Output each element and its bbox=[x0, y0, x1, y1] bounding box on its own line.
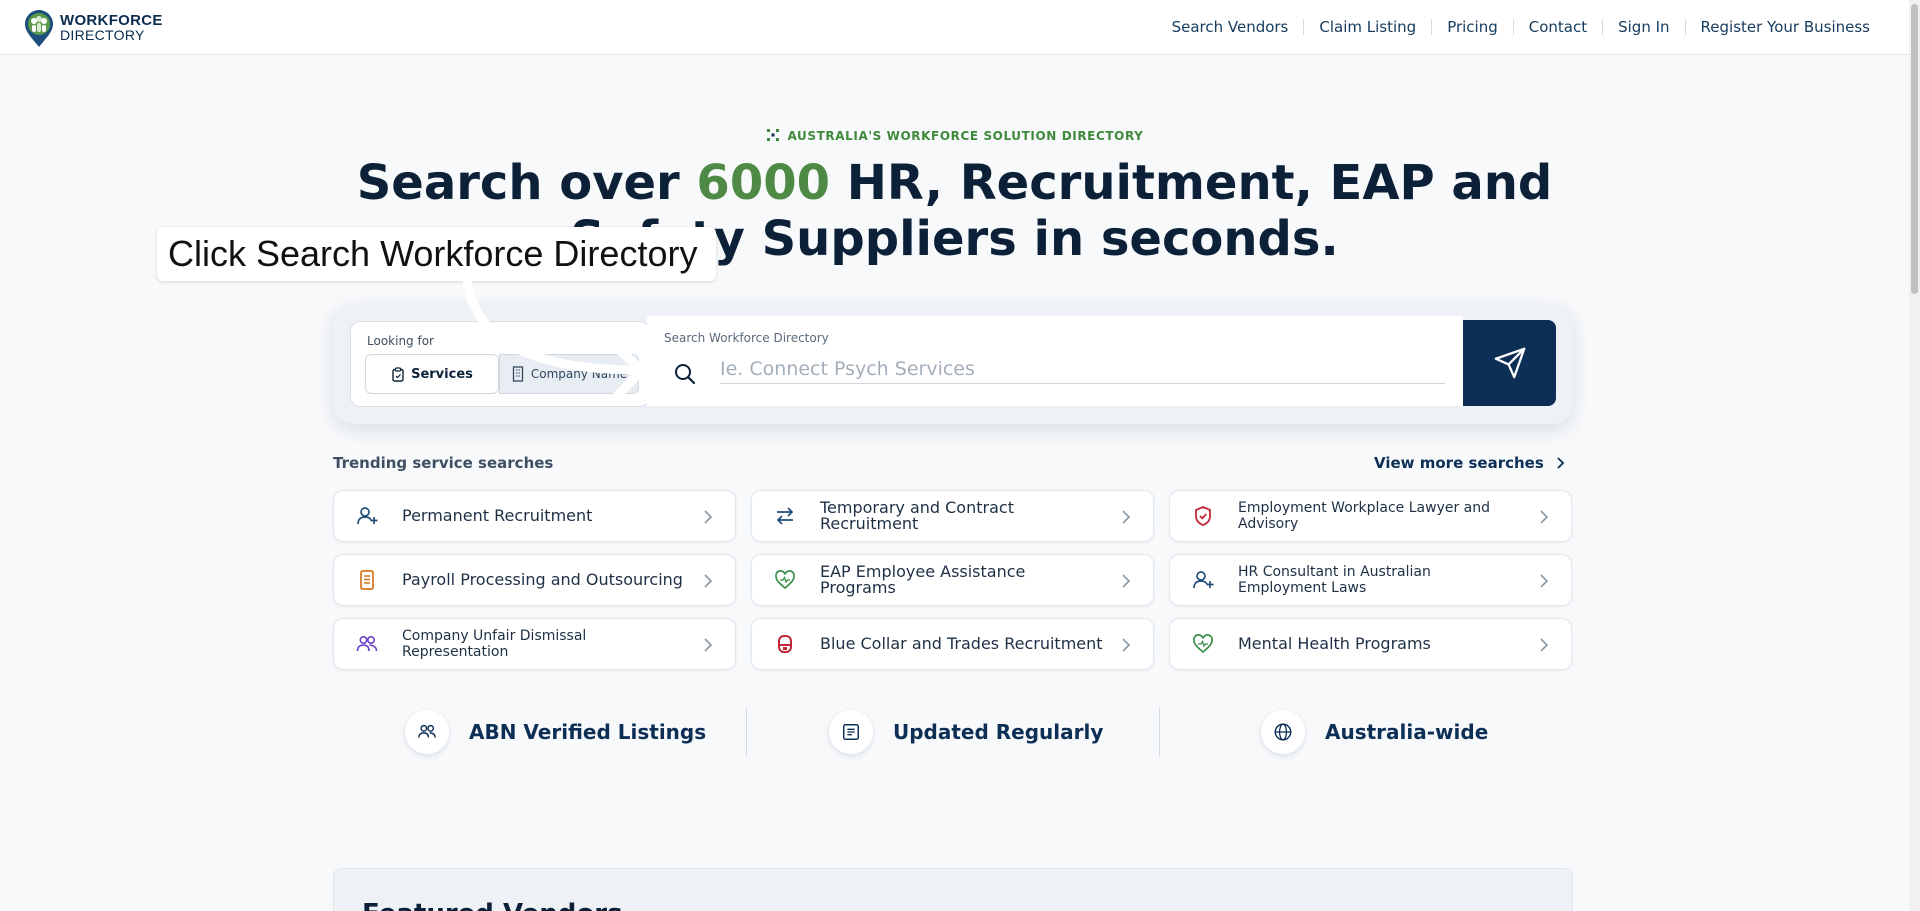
main-nav: Search Vendors Claim Listing Pricing Con… bbox=[1172, 18, 1870, 36]
logo-line1: WORKFORCE bbox=[60, 12, 163, 29]
users-icon bbox=[405, 710, 449, 754]
hero-eyebrow: AUSTRALIA'S WORKFORCE SOLUTION DIRECTORY bbox=[0, 128, 1909, 143]
list-doc-icon bbox=[829, 710, 873, 754]
trending-item[interactable]: HR Consultant in Australian Employment L… bbox=[1169, 554, 1572, 606]
globe-icon bbox=[1261, 710, 1305, 754]
trending-item[interactable]: Permanent Recruitment bbox=[333, 490, 736, 542]
nav-sign-in[interactable]: Sign In bbox=[1618, 18, 1669, 36]
looking-for-label: Looking for bbox=[367, 334, 434, 348]
callout-arrow-icon bbox=[462, 275, 647, 405]
nav-claim-listing[interactable]: Claim Listing bbox=[1319, 18, 1416, 36]
featured-vendors-title: Featured Vendors bbox=[362, 899, 623, 911]
feature-divider bbox=[746, 708, 747, 756]
feature-item: Australia-wide bbox=[1261, 706, 1488, 758]
chevron-right-icon bbox=[1122, 510, 1131, 524]
scrollbar-thumb[interactable] bbox=[1911, 4, 1918, 294]
trending-item[interactable]: Mental Health Programs bbox=[1169, 618, 1572, 670]
shield-check-icon bbox=[1192, 505, 1214, 527]
trending-item[interactable]: Blue Collar and Trades Recruitment bbox=[751, 618, 1154, 670]
eyebrow-text: AUSTRALIA'S WORKFORCE SOLUTION DIRECTORY bbox=[787, 129, 1144, 143]
hero-title-count: 6000 bbox=[696, 155, 831, 211]
chevron-right-icon bbox=[704, 510, 713, 524]
view-more-label: View more searches bbox=[1374, 454, 1544, 472]
clipboard-icon bbox=[392, 366, 404, 382]
feature-label: ABN Verified Listings bbox=[469, 720, 707, 744]
trending-item-label: Mental Health Programs bbox=[1238, 634, 1431, 653]
send-icon bbox=[1494, 347, 1525, 379]
chevron-right-icon bbox=[704, 574, 713, 588]
trending-title: Trending service searches bbox=[333, 454, 554, 472]
trending-item[interactable]: Temporary and Contract Recruitment bbox=[751, 490, 1154, 542]
nav-divider bbox=[1431, 19, 1433, 35]
nav-divider bbox=[1512, 19, 1514, 35]
chevron-right-icon bbox=[704, 638, 713, 652]
trending-item-label: EAP Employee Assistance Programs bbox=[820, 562, 1026, 597]
nav-search-vendors[interactable]: Search Vendors bbox=[1172, 18, 1289, 36]
logo-pin-icon bbox=[22, 8, 56, 48]
logo-line2: DIRECTORY bbox=[60, 27, 145, 43]
feature-label: Updated Regularly bbox=[893, 720, 1104, 744]
logo[interactable]: WORKFORCE DIRECTORY bbox=[22, 8, 163, 48]
chevron-right-icon bbox=[1540, 638, 1549, 652]
nav-divider bbox=[1602, 19, 1604, 35]
feature-divider bbox=[1159, 708, 1160, 756]
search-field-container[interactable]: Search Workforce Directory bbox=[647, 316, 1463, 406]
chevron-right-icon bbox=[1122, 574, 1131, 588]
feature-item: Updated Regularly bbox=[829, 706, 1103, 758]
trending-item[interactable]: Payroll Processing and Outsourcing bbox=[333, 554, 736, 606]
hero-title-line1-end: HR, Recruitment, EAP and bbox=[830, 155, 1553, 211]
chevron-right-icon bbox=[1540, 574, 1549, 588]
heart-pulse-icon bbox=[1192, 633, 1214, 655]
trending-item-label: Blue Collar and Trades Recruitment bbox=[820, 634, 1103, 653]
hero-title-pre: Search over bbox=[356, 155, 697, 211]
user-plus-icon bbox=[1192, 569, 1214, 591]
features-strip: ABN Verified Listings Updated Regularly … bbox=[333, 706, 1573, 758]
trending-item-label: HR Consultant in Australian Employment L… bbox=[1238, 564, 1431, 596]
arrows-swap-icon bbox=[774, 505, 796, 527]
users-icon bbox=[356, 633, 378, 655]
trending-grid: Permanent Recruitment Temporary and Cont… bbox=[333, 490, 1573, 670]
heart-pulse-icon bbox=[774, 569, 796, 591]
trending-item-label: Employment Workplace Lawyer and Advisory bbox=[1238, 500, 1491, 532]
search-submit-button[interactable] bbox=[1463, 320, 1556, 406]
trending-item[interactable]: Employment Workplace Lawyer and Advisory bbox=[1169, 490, 1572, 542]
hard-hat-icon bbox=[774, 633, 796, 655]
document-icon bbox=[356, 569, 378, 591]
trending-item[interactable]: Company Unfair Dismissal Representation bbox=[333, 618, 736, 670]
nav-divider bbox=[1303, 19, 1305, 35]
trending-item[interactable]: EAP Employee Assistance Programs bbox=[751, 554, 1154, 606]
nav-contact[interactable]: Contact bbox=[1529, 18, 1587, 36]
search-icon bbox=[675, 364, 696, 385]
nav-register-business[interactable]: Register Your Business bbox=[1701, 18, 1870, 36]
trending-item-label: Company Unfair Dismissal Representation bbox=[402, 628, 587, 660]
chevron-right-icon bbox=[1122, 638, 1131, 652]
trending-item-label: Temporary and Contract Recruitment bbox=[820, 498, 1014, 533]
search-field-label: Search Workforce Directory bbox=[664, 331, 829, 345]
user-plus-icon bbox=[356, 505, 378, 527]
search-input[interactable] bbox=[720, 354, 1445, 384]
page-scrollbar[interactable] bbox=[1909, 0, 1920, 911]
dots-grid-icon bbox=[766, 128, 780, 142]
feature-label: Australia-wide bbox=[1325, 720, 1489, 744]
site-header: WORKFORCE DIRECTORY Search Vendors Claim… bbox=[0, 0, 1909, 55]
view-more-searches-link[interactable]: View more searches bbox=[1374, 454, 1567, 472]
nav-divider bbox=[1684, 19, 1686, 35]
trending-item-label: Permanent Recruitment bbox=[402, 506, 593, 525]
chevron-right-icon bbox=[1540, 510, 1549, 524]
feature-item: ABN Verified Listings bbox=[405, 706, 706, 758]
trending-item-label: Payroll Processing and Outsourcing bbox=[402, 570, 683, 589]
featured-vendors-section: Featured Vendors bbox=[333, 868, 1573, 911]
trending-header: Trending service searches View more sear… bbox=[333, 454, 1573, 474]
nav-pricing[interactable]: Pricing bbox=[1447, 18, 1498, 36]
chevron-right-icon bbox=[1557, 457, 1565, 469]
